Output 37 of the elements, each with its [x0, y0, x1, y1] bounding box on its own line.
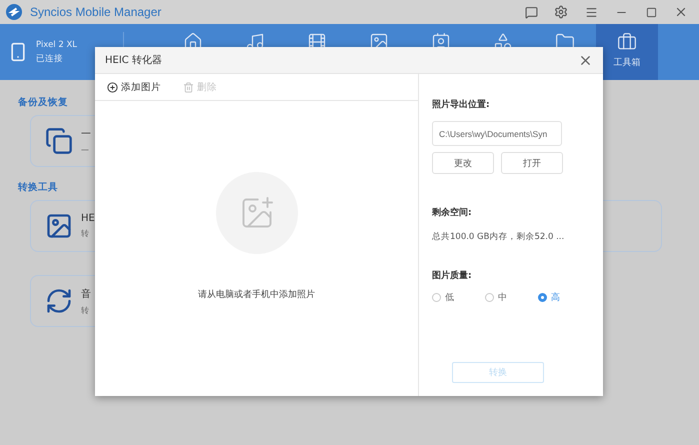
nav-tab[interactable]: 工具箱: [596, 24, 658, 80]
device-status: 已连接: [36, 52, 64, 64]
add-image-button[interactable]: 添加图片: [107, 80, 161, 94]
device-name: Pixel 2 XL: [36, 40, 78, 50]
path-field[interactable]: C:\Users\wy\Documents\Syn: [432, 121, 562, 146]
quality-option[interactable]: 高: [538, 291, 591, 304]
logo-icon: [6, 4, 22, 20]
refresh-icon: [45, 287, 73, 315]
trash-icon: [183, 82, 194, 92]
export-label: 照片导出位置:: [432, 98, 491, 111]
quality-option[interactable]: 中: [485, 291, 538, 304]
path-button[interactable]: 打开: [501, 152, 563, 174]
card-title: 一: [81, 128, 91, 140]
space-value: 总共100.0 GB内存，剩余52.0 ...: [432, 231, 566, 243]
quality-label: 图片质量:: [432, 269, 473, 282]
card-title: 音: [81, 288, 91, 300]
app-title: Syncios Mobile Manager: [30, 5, 162, 19]
card-subtitle: 转: [81, 304, 90, 316]
space-label: 剩余空间:: [432, 206, 473, 219]
card-subtitle: 转: [81, 228, 90, 239]
settings-icon[interactable]: [553, 4, 569, 20]
radio-dot[interactable]: [485, 293, 494, 302]
card-subtitle: 一: [81, 144, 90, 156]
plus-icon: [107, 82, 118, 92]
dialog-title: HEIC 转化器: [105, 54, 162, 67]
radio-dot[interactable]: [432, 293, 441, 302]
radio-dot[interactable]: [538, 293, 547, 302]
card-title: HE: [81, 213, 95, 224]
copy-icon: [45, 127, 73, 155]
image-icon: [45, 212, 73, 240]
toolbox-icon: [617, 32, 637, 52]
path-button[interactable]: 更改: [432, 152, 494, 174]
empty-message: 请从电脑或者手机中添加照片: [198, 288, 315, 301]
section-title: 备份及恢复: [18, 96, 68, 109]
section-title: 转换工具: [18, 181, 58, 194]
quality-option[interactable]: 低: [432, 291, 485, 304]
feedback-icon[interactable]: [523, 4, 539, 20]
